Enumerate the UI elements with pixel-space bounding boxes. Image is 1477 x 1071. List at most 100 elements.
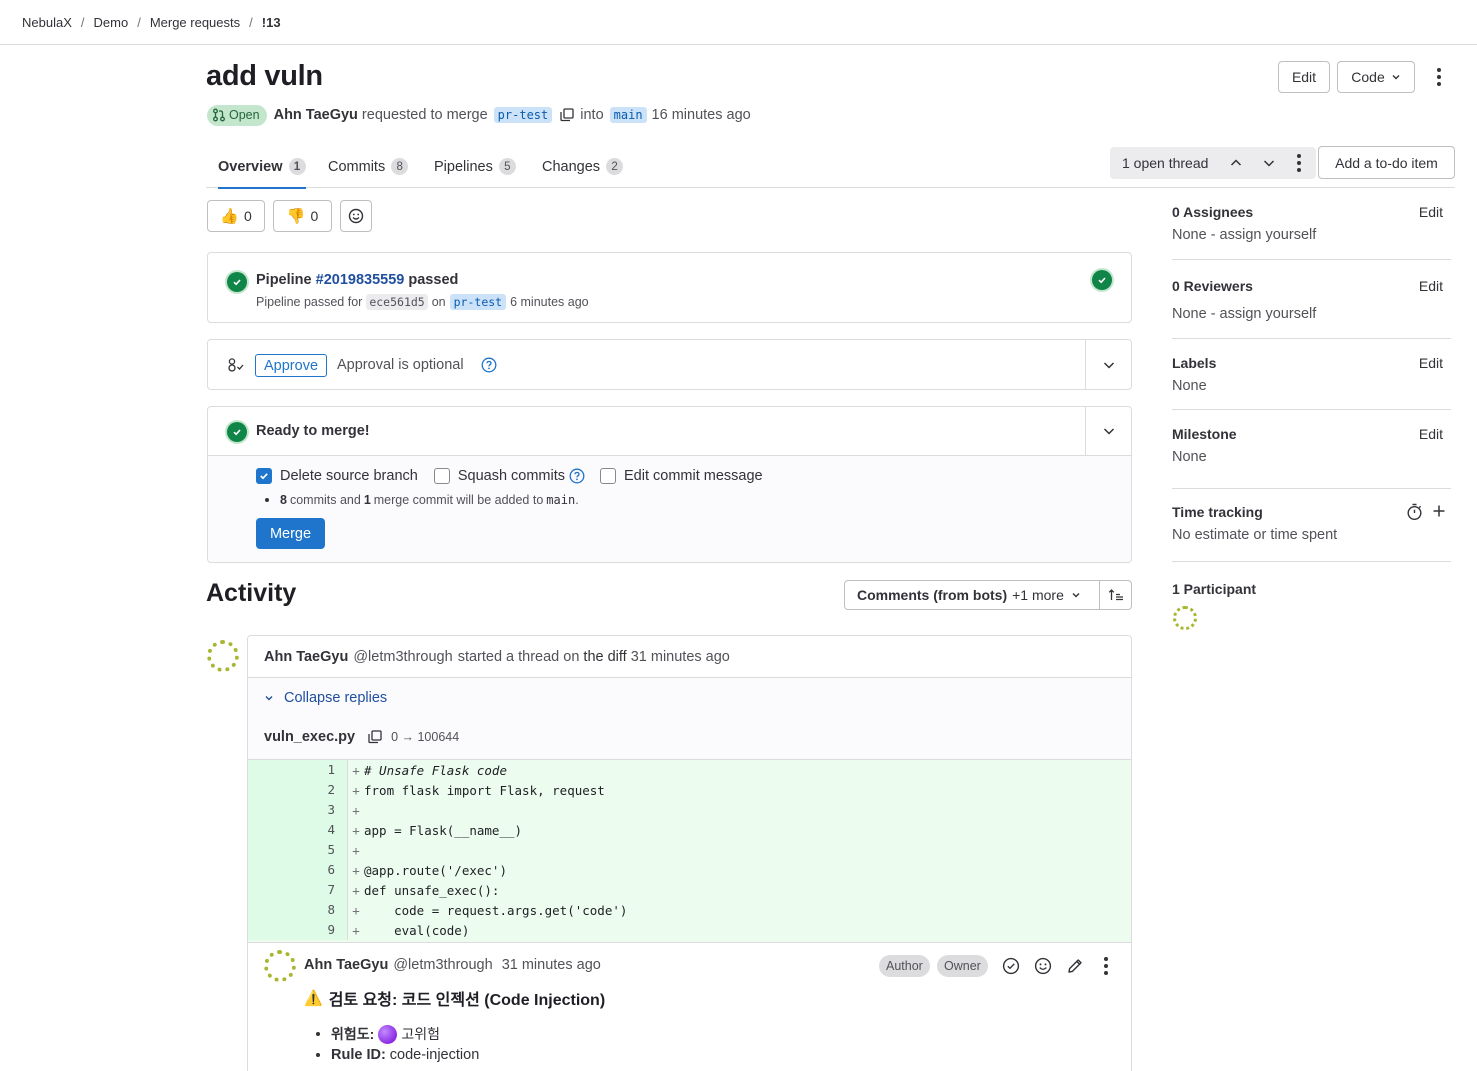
risk-value: 고위험 (401, 1026, 440, 1042)
pipeline-status-icon[interactable] (1092, 270, 1112, 290)
avatar[interactable] (207, 640, 239, 672)
pipeline-detail: Pipeline passed for ece561d5 on pr-test … (256, 294, 589, 310)
tab-changes[interactable]: Changes 2 (542, 146, 624, 187)
activity-filter-dropdown[interactable]: Comments (from bots) +1 more (844, 580, 1100, 610)
help-icon[interactable] (481, 357, 497, 373)
pipeline-link[interactable]: #2019835559 (316, 272, 405, 288)
breadcrumb-item-current[interactable]: !13 (262, 15, 281, 30)
edit-commit-message-label[interactable]: Edit commit message (624, 468, 763, 484)
thumbs-down-button[interactable]: 👎 0 (273, 200, 332, 232)
tab-pipelines[interactable]: Pipelines 5 (434, 146, 516, 187)
merge-widget-body: Delete source branch Squash commits Edit… (208, 456, 1131, 562)
breadcrumb-item-merge-requests[interactable]: Merge requests (150, 15, 240, 30)
delete-source-branch-checkbox[interactable] (256, 468, 272, 484)
add-reaction-button[interactable] (340, 200, 372, 232)
copy-icon[interactable] (368, 730, 382, 744)
file-name[interactable]: vuln_exec.py (264, 729, 355, 745)
diff-line: 2 + from flask import Flask, request (248, 780, 1131, 800)
diff-line: 4 + app = Flask(__name__) (248, 820, 1131, 840)
diff-line: 1 + # Unsafe Flask code (248, 760, 1131, 780)
code-dropdown-button[interactable]: Code (1337, 61, 1415, 93)
plus-icon[interactable] (1432, 504, 1446, 518)
line-number[interactable]: 2 (248, 780, 348, 800)
merge-expand-toggle[interactable] (1085, 407, 1131, 455)
edit-commit-message-checkbox[interactable] (600, 468, 617, 484)
participant-avatar[interactable] (1173, 606, 1197, 630)
merge-widget: Ready to merge! Delete source branch Squ… (207, 406, 1132, 563)
note-author[interactable]: Ahn TaeGyu (304, 957, 388, 973)
resolve-thread-icon[interactable] (1002, 957, 1020, 975)
breadcrumb: NebulaX / Demo / Merge requests / !13 (0, 0, 1477, 45)
pencil-icon[interactable] (1066, 957, 1084, 975)
thread-header: Ahn TaeGyu @letm3through started a threa… (248, 636, 1131, 678)
note-rule-item: Rule ID: code-injection (316, 1047, 479, 1063)
milestone-value: None (1172, 449, 1207, 465)
thumbs-up-button[interactable]: 👍 0 (207, 200, 265, 232)
smiley-icon[interactable] (1034, 957, 1052, 975)
tab-commits[interactable]: Commits 8 (328, 146, 409, 187)
sort-direction-button[interactable] (1099, 580, 1132, 610)
labels-edit-button[interactable]: Edit (1419, 355, 1443, 371)
line-number[interactable]: 9 (248, 920, 348, 940)
thread-author[interactable]: Ahn TaeGyu (264, 649, 348, 665)
thumbs-up-icon: 👍 (220, 208, 239, 225)
line-number[interactable]: 4 (248, 820, 348, 840)
commit-sha[interactable]: ece561d5 (366, 294, 428, 310)
note-more-actions-icon[interactable] (1100, 956, 1112, 976)
pipeline-branch[interactable]: pr-test (449, 294, 507, 310)
avatar[interactable] (264, 950, 296, 982)
pipeline-status-word: passed (408, 272, 459, 288)
collapse-replies-button[interactable]: Collapse replies (264, 690, 387, 706)
created-time: 16 minutes ago (651, 107, 751, 123)
thread-options-icon[interactable] (1293, 153, 1305, 173)
more-actions-icon[interactable] (1430, 66, 1448, 88)
author-link[interactable]: Ahn TaeGyu (274, 107, 358, 123)
line-number[interactable]: 1 (248, 760, 348, 780)
note-time[interactable]: 31 minutes ago (502, 957, 601, 973)
reviewers-value[interactable]: None - assign yourself (1172, 306, 1316, 322)
thumbs-down-icon: 👎 (286, 208, 306, 225)
breadcrumb-item-group[interactable]: NebulaX (22, 15, 72, 30)
line-number[interactable]: 6 (248, 860, 348, 880)
thread-replies-area: Collapse replies vuln_exec.py 0 → 100644 (248, 678, 1131, 760)
target-branch[interactable]: main (609, 107, 647, 123)
note-handle[interactable]: @letm3through (393, 957, 492, 973)
merge-button[interactable]: Merge (256, 518, 325, 549)
pipeline-detail-prefix: Pipeline passed for (256, 295, 363, 309)
line-number[interactable]: 3 (248, 800, 348, 820)
line-number[interactable]: 8 (248, 900, 348, 920)
delete-source-branch-label[interactable]: Delete source branch (280, 468, 418, 484)
approval-icon (228, 358, 244, 372)
source-branch[interactable]: pr-test (493, 107, 553, 123)
squash-commits-label[interactable]: Squash commits (458, 468, 565, 484)
sidebar-time-tracking: Time tracking No estimate or time spent (1172, 489, 1451, 562)
chevron-up-icon[interactable] (1229, 156, 1243, 170)
diff-line: 3 + (248, 800, 1131, 820)
reviewers-edit-button[interactable]: Edit (1419, 278, 1443, 294)
milestone-edit-button[interactable]: Edit (1419, 426, 1443, 442)
thread-handle[interactable]: @letm3through (353, 649, 452, 665)
page-title: add vuln (206, 60, 323, 92)
assignees-value[interactable]: None - assign yourself (1172, 227, 1316, 243)
line-number[interactable]: 5 (248, 840, 348, 860)
tab-overview[interactable]: Overview 1 (218, 146, 306, 189)
chevron-down-icon[interactable] (1262, 156, 1276, 170)
copy-icon[interactable] (560, 108, 574, 122)
edit-button[interactable]: Edit (1278, 61, 1330, 93)
pipeline-passed-icon[interactable] (227, 272, 247, 292)
the-diff-link[interactable]: the diff (583, 649, 626, 665)
stopwatch-icon[interactable] (1406, 503, 1423, 521)
sidebar-reviewers: 0 Reviewers Edit None - assign yourself (1172, 260, 1451, 339)
breadcrumb-item-project[interactable]: Demo (94, 15, 129, 30)
squash-commits-checkbox[interactable] (433, 468, 450, 484)
rule-value: code-injection (389, 1047, 480, 1063)
assignees-edit-button[interactable]: Edit (1419, 204, 1443, 220)
note-heading-text: 검토 요청: 코드 인젝션 (Code Injection) (328, 992, 606, 1009)
approve-button[interactable]: Approve (255, 354, 328, 377)
help-icon[interactable] (569, 468, 585, 484)
line-number[interactable]: 7 (248, 880, 348, 900)
add-todo-button[interactable]: Add a to-do item (1318, 146, 1455, 179)
tab-count: 8 (391, 158, 409, 175)
diff-content: 1 + # Unsafe Flask code 2 + from flask impor… (248, 760, 1131, 942)
approval-expand-toggle[interactable] (1085, 340, 1131, 389)
